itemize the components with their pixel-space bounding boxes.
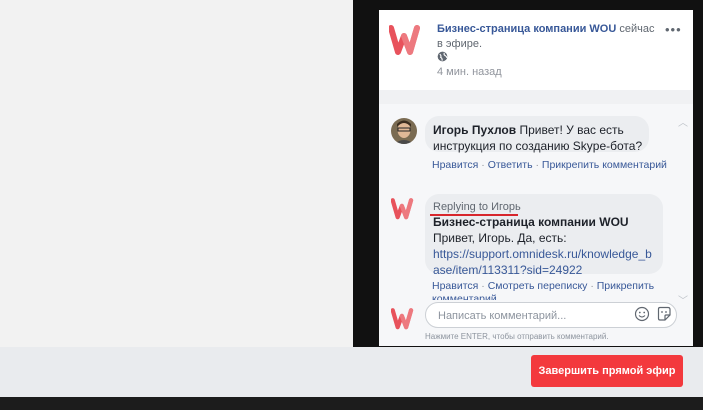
wou-logo — [391, 308, 414, 330]
post-header: Бизнес-страница компании WOU сейчас в эф… — [379, 10, 693, 90]
comments-panel: Бизнес-страница компании WOU сейчас в эф… — [379, 10, 693, 346]
like-link[interactable]: Нравится — [432, 280, 478, 292]
view-conversation-link[interactable]: Смотреть переписку — [488, 280, 588, 292]
video-preview-area — [0, 0, 353, 347]
avatar[interactable] — [391, 118, 417, 144]
sticker-icon[interactable] — [656, 306, 672, 322]
comment-composer: Нажмите ENTER, чтобы отправить комментар… — [379, 300, 693, 346]
user-photo-icon — [391, 118, 417, 144]
more-dots-icon[interactable]: ••• — [665, 22, 682, 37]
comments-list[interactable]: ︿ Игорь Пухлов Привет! У вас есть инстру… — [379, 104, 693, 307]
comment-bubble: Игорь Пухлов Привет! У вас есть инструкц… — [425, 116, 649, 153]
annotation-underline — [430, 214, 518, 216]
wou-logo — [389, 25, 420, 55]
divider — [379, 90, 693, 104]
reply-text: Привет, Игорь. Да, есть: — [433, 231, 567, 245]
post-title: Бизнес-страница компании WOU сейчас в эф… — [437, 22, 657, 52]
replying-to-label: Replying to Игорь — [433, 201, 521, 213]
comment-author[interactable]: Игорь Пухлов — [433, 123, 516, 137]
bottom-strip — [0, 397, 703, 410]
wou-logo[interactable] — [391, 196, 417, 220]
like-link[interactable]: Нравится — [432, 159, 478, 171]
scroll-up-icon[interactable]: ︿ — [677, 114, 689, 129]
end-live-button[interactable]: Завершить прямой эфир — [531, 355, 683, 387]
post-time[interactable]: 4 мин. назад — [437, 66, 502, 78]
page-name-link[interactable]: Бизнес-страница компании WOU — [437, 23, 616, 35]
pin-comment-link[interactable]: Прикрепить комментарий — [542, 159, 667, 171]
reply-author[interactable]: Бизнес-страница компании WOU — [433, 215, 629, 229]
globe-icon — [437, 51, 448, 62]
reply-bubble: Replying to Игорь Бизнес-страница компан… — [425, 194, 663, 277]
comment-actions: Нравится · Ответить · Прикрепить коммент… — [432, 159, 667, 171]
emoji-icon[interactable] — [634, 306, 650, 322]
comment-input-box[interactable] — [425, 302, 677, 328]
knowledge-base-link[interactable]: https://support.omnidesk.ru/knowledge_ba… — [433, 246, 653, 278]
comment-input[interactable] — [436, 307, 620, 325]
enter-hint: Нажмите ENTER, чтобы отправить комментар… — [425, 332, 609, 341]
reply-link[interactable]: Ответить — [488, 159, 533, 171]
